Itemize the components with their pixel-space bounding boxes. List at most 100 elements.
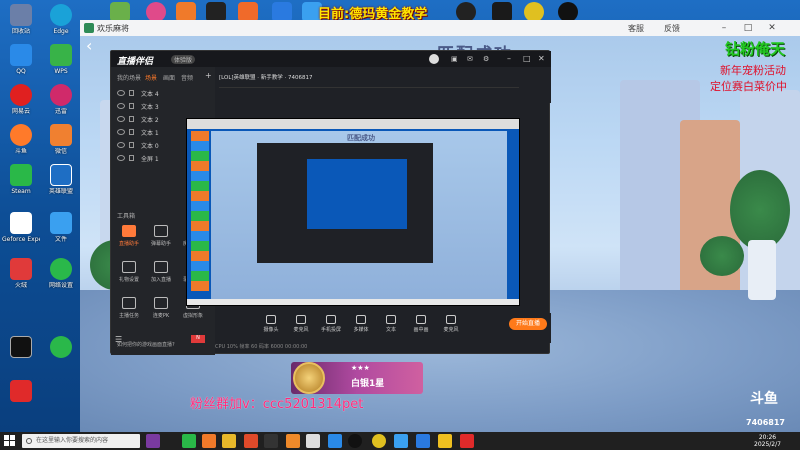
top-strip-icon[interactable] <box>206 2 226 22</box>
maximize-icon[interactable]: □ <box>740 21 756 35</box>
start-live-button[interactable]: 开始直播 <box>509 318 547 330</box>
desktop-icon-wps[interactable]: WPS <box>42 44 80 86</box>
desktop-icon-wechat2[interactable] <box>42 336 80 378</box>
tool-live-assistant[interactable]: 直播助手 <box>115 225 143 257</box>
mic-icon <box>296 315 306 324</box>
taskbar-app[interactable] <box>286 434 300 448</box>
desktop-icon-edge[interactable]: Edge <box>42 4 80 46</box>
help-link[interactable]: 如何把你的游戏画面直播? <box>117 341 175 348</box>
phone-icon <box>326 315 336 324</box>
top-strip-icon[interactable] <box>456 2 476 22</box>
close-icon[interactable]: ✕ <box>764 21 780 35</box>
top-strip-icon[interactable] <box>272 2 292 22</box>
desktop-icon-wechat[interactable]: 微信 <box>42 124 80 166</box>
taskbar-app[interactable] <box>348 434 362 448</box>
minimize-icon[interactable]: – <box>507 54 511 63</box>
desktop-icon-douyu[interactable]: 斗鱼 <box>2 124 40 166</box>
desktop-icon-xunlei[interactable]: 迅雷 <box>42 84 80 126</box>
taskbar-app[interactable] <box>460 434 474 448</box>
message-icon[interactable]: ✉ <box>467 55 473 63</box>
qq-icon[interactable] <box>558 2 578 22</box>
douyu-room-id: 7406817 <box>746 418 785 427</box>
lock-icon[interactable] <box>129 90 134 96</box>
eye-icon[interactable] <box>117 103 125 109</box>
wps-icon <box>50 44 72 66</box>
mic-button[interactable]: 麦克风 <box>287 315 315 333</box>
taskbar-app[interactable] <box>372 434 386 448</box>
top-strip-icon[interactable] <box>110 2 130 22</box>
add-icon[interactable]: + <box>205 71 212 80</box>
top-strip-icon[interactable] <box>146 2 166 22</box>
lock-icon[interactable] <box>129 142 134 148</box>
tool-tasks[interactable]: 主播任务 <box>115 297 143 329</box>
minimize-icon[interactable]: – <box>716 21 732 35</box>
desktop-icon-app[interactable] <box>2 380 40 422</box>
top-strip-icon[interactable] <box>238 2 258 22</box>
lock-icon[interactable] <box>129 116 134 122</box>
taskbar-app[interactable] <box>146 434 160 448</box>
desktop-icon-lol[interactable]: 英雄联盟 <box>42 164 80 206</box>
maximize-icon[interactable]: □ <box>523 54 531 63</box>
camera-button[interactable]: 摄像头 <box>257 315 285 333</box>
tab-canvas[interactable]: 画面 <box>163 73 175 82</box>
gear-icon[interactable]: ⚙ <box>483 55 489 63</box>
taskbar-app[interactable] <box>244 434 258 448</box>
tab-my-scenes[interactable]: 我的场景 <box>117 73 141 82</box>
new-badge: N <box>191 335 205 343</box>
lock-icon[interactable] <box>129 103 134 109</box>
room-info: [LOL]英雄联盟 · 新手教学 · 7406817 <box>219 75 313 81</box>
taskbar-app[interactable] <box>264 434 278 448</box>
taskbar-app[interactable] <box>438 434 452 448</box>
scene-row[interactable]: 文本 3 <box>117 102 207 113</box>
desktop-icon-recycle[interactable]: 回收站 <box>2 4 40 46</box>
taskbar-app[interactable] <box>202 434 216 448</box>
desktop-icon-huorong[interactable]: 火绒 <box>2 258 40 300</box>
top-strip-icon[interactable] <box>492 2 512 22</box>
scene-row[interactable]: 文本 4 <box>117 89 207 100</box>
back-arrow-icon[interactable]: ‹ <box>86 36 92 55</box>
taskbar-app[interactable] <box>182 434 196 448</box>
mic2-button[interactable]: 麦克风 <box>437 315 465 333</box>
tool-gift-settings[interactable]: 礼物设置 <box>115 261 143 293</box>
lock-icon[interactable] <box>129 155 134 161</box>
tool-danmaku[interactable]: 弹幕助手 <box>147 225 175 257</box>
eye-icon[interactable] <box>117 142 125 148</box>
top-strip-icon[interactable] <box>176 2 196 22</box>
taskbar-app[interactable] <box>306 434 320 448</box>
phone-cast-button[interactable]: 手机投屏 <box>317 315 345 333</box>
feedback-link[interactable]: 反馈 <box>664 23 680 34</box>
pip-button[interactable]: 画中画 <box>407 315 435 333</box>
desktop-icon-qq[interactable]: QQ <box>2 44 40 86</box>
geforce-icon <box>10 212 32 234</box>
avatar[interactable] <box>429 54 439 64</box>
tool-pk[interactable]: 连麦PK <box>147 297 175 329</box>
desktop-icon-netease[interactable]: 网易云 <box>2 84 40 126</box>
eye-icon[interactable] <box>117 116 125 122</box>
steam-icon <box>10 164 32 186</box>
desktop-icon-geforce[interactable]: Geforce Experience <box>2 212 40 254</box>
desktop-icon-network[interactable]: 网络设置 <box>42 258 80 300</box>
desktop-icon-steam[interactable]: Steam <box>2 164 40 206</box>
desktop-icon-geforce2[interactable] <box>2 336 40 378</box>
close-icon[interactable]: ✕ <box>538 54 545 63</box>
eye-icon[interactable] <box>117 155 125 161</box>
eye-icon[interactable] <box>117 129 125 135</box>
taskbar-app[interactable] <box>394 434 408 448</box>
taskbar-app[interactable] <box>328 434 342 448</box>
eye-icon[interactable] <box>117 90 125 96</box>
taskbar-app[interactable] <box>416 434 430 448</box>
taskbar-clock[interactable]: 20:26 2025/2/7 <box>754 434 781 448</box>
top-strip-icon[interactable] <box>524 2 544 22</box>
tool-join-live[interactable]: 加入直播 <box>147 261 175 293</box>
tab-scenes[interactable]: 场景 <box>145 73 157 82</box>
desktop-icon-files[interactable]: 文件 <box>42 212 80 254</box>
tab-audio[interactable]: 音频 <box>181 73 193 82</box>
taskbar-search[interactable]: 在这里输入你要搜索的内容 <box>22 434 140 448</box>
settings-icon[interactable]: ▣ <box>451 55 458 63</box>
media-button[interactable]: 多媒体 <box>347 315 375 333</box>
lock-icon[interactable] <box>129 129 134 135</box>
windows-start-icon[interactable] <box>4 435 16 447</box>
taskbar-app[interactable] <box>222 434 236 448</box>
service-link[interactable]: 客服 <box>628 23 644 34</box>
text-button[interactable]: 文本 <box>377 315 405 333</box>
